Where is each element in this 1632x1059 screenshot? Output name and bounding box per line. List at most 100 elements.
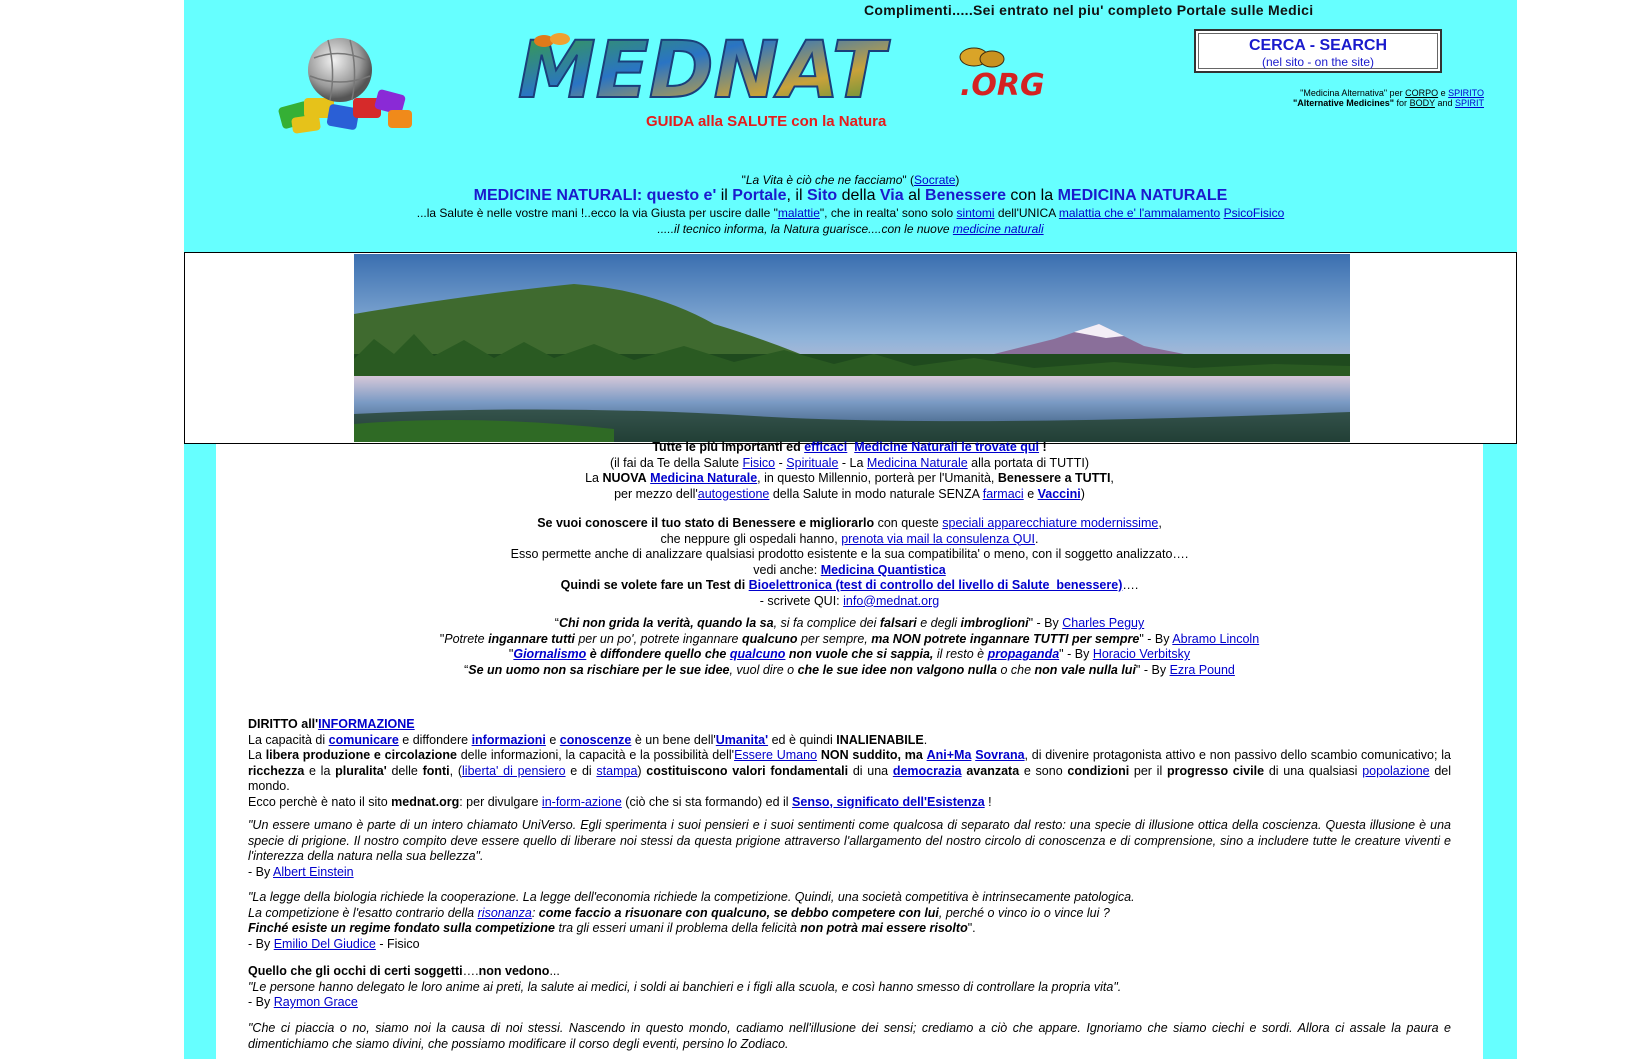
quote-text: "Che ci piaccia o no, siamo noi la causa…: [248, 1021, 1451, 1051]
text: avanzata: [966, 763, 1020, 778]
link-democrazia[interactable]: democrazia: [893, 764, 962, 778]
link-author-einstein[interactable]: Albert Einstein: [273, 865, 354, 879]
link-email[interactable]: info@mednat.org: [843, 594, 939, 608]
butterfly-icon: [959, 47, 1005, 68]
link-essere-umano[interactable]: Essere Umano: [734, 748, 817, 762]
link-spirit[interactable]: SPIRIT: [1455, 98, 1484, 108]
link-informazione[interactable]: INFORMAZIONE: [318, 717, 415, 731]
link-medicine-naturali-qui[interactable]: Medicine Naturali le trovate qui: [854, 440, 1039, 454]
text: - By: [1143, 662, 1167, 677]
link-sovrana[interactable]: Sovrana: [975, 748, 1024, 762]
text: di una: [852, 763, 889, 778]
link-in-form-azione[interactable]: in-form-azione: [542, 795, 622, 809]
link-propaganda[interactable]: propaganda: [988, 647, 1060, 661]
text: ricchezza: [248, 763, 305, 778]
text: Quindi se volete fare un Test di: [560, 578, 746, 592]
text: e di: [570, 763, 592, 778]
link-medicina-quantistica[interactable]: Medicina Quantistica: [821, 563, 946, 577]
text: e la: [309, 763, 331, 778]
link-sintomi[interactable]: sintomi: [957, 206, 995, 220]
text: - By: [1067, 647, 1090, 661]
link-psicofisico[interactable]: PsicoFisico: [1224, 206, 1285, 220]
link-conoscenze[interactable]: conoscenze: [560, 733, 632, 747]
title-part: Via: [879, 187, 904, 204]
text: mednat.org: [391, 794, 460, 809]
einstein-quote: "Un essere umano è parte di un intero ch…: [248, 818, 1451, 880]
socrate-quote: "La Vita è ciò che ne facciamo" (Socrate…: [741, 173, 960, 187]
link-apparecchiature[interactable]: speciali apparecchiature modernissime: [942, 516, 1158, 530]
text: Esso permette anche di analizzare qualsi…: [510, 547, 1189, 561]
link-popolazione[interactable]: popolazione: [1362, 764, 1429, 778]
link-medicina-naturale-2[interactable]: Medicina Naturale: [650, 471, 757, 485]
text: - La: [841, 455, 864, 470]
link-fisico[interactable]: Fisico: [742, 456, 775, 470]
link-comunicare[interactable]: comunicare: [329, 733, 399, 747]
text: - By: [248, 936, 271, 951]
logo-art: MEDNAT .ORG: [517, 25, 1045, 115]
landscape-banner-image: [354, 254, 1350, 442]
alt-en-and: and: [1437, 98, 1453, 108]
link-author-del-giudice[interactable]: Emilio Del Giudice: [274, 937, 376, 951]
text: ingannare tutti: [488, 631, 575, 646]
link-malattia[interactable]: malattia che e' l'ammalamento: [1059, 206, 1220, 220]
mednat-logo[interactable]: MEDNAT .ORG: [514, 25, 1054, 115]
title-part: MEDICINE NATURALI: questo e': [473, 187, 717, 204]
title-part: con la: [1010, 187, 1054, 204]
text: INALIENABILE: [836, 732, 924, 747]
link-umanita[interactable]: Umanita': [716, 733, 768, 747]
text: - By: [248, 864, 271, 879]
text: - scrivete QUI:: [759, 593, 840, 608]
link-informazioni[interactable]: informazioni: [472, 733, 546, 747]
text: progresso civile: [1166, 763, 1265, 778]
text: -: [778, 455, 783, 470]
link-farmaci[interactable]: farmaci: [983, 487, 1024, 501]
text: come faccio a risuonare con qualcuno, se…: [538, 905, 939, 920]
link-autogestione[interactable]: autogestione: [698, 487, 770, 501]
text: !: [1042, 440, 1047, 454]
link-efficaci[interactable]: efficaci: [804, 440, 847, 454]
text: , vuol dire o: [729, 662, 795, 677]
search-button[interactable]: CERCA - SEARCH (nel sito - on the site): [1194, 29, 1442, 73]
text: della Salute in modo naturale SENZA: [772, 486, 980, 501]
quote-text: "Le persone hanno delegato le loro anime…: [248, 979, 1122, 994]
link-bioelettronica[interactable]: Bioelettronica (test di controllo del li…: [749, 578, 1123, 592]
link-body[interactable]: BODY: [1410, 98, 1435, 108]
grace-quote: Quello che gli occhi di certi soggetti….…: [248, 964, 1451, 1011]
search-title: CERCA - SEARCH: [1248, 37, 1388, 54]
link-anima[interactable]: Ani+Ma: [927, 748, 972, 762]
text: falsari: [879, 616, 917, 630]
text: e: [549, 732, 557, 747]
text: Potrete: [444, 631, 485, 646]
link-giornalismo[interactable]: Giornalismo: [513, 647, 586, 661]
link-author-lincoln[interactable]: Abramo Lincoln: [1172, 632, 1259, 646]
link-prenota[interactable]: prenota via mail la consulenza QUI: [841, 532, 1035, 546]
link-stampa[interactable]: stampa: [596, 764, 637, 778]
link-qualcuno[interactable]: qualcuno: [730, 647, 786, 661]
link-spirituale[interactable]: Spirituale: [786, 456, 838, 470]
link-medicina-naturale[interactable]: Medicina Naturale: [867, 456, 968, 470]
text: .....il tecnico informa, la Natura guari…: [657, 222, 950, 236]
link-vaccini[interactable]: Vaccini: [1038, 487, 1081, 501]
link-corpo[interactable]: CORPO: [1405, 88, 1438, 98]
search-subtitle: (nel sito - on the site): [1261, 55, 1375, 69]
link-socrate[interactable]: Socrate: [914, 173, 955, 187]
welcome-banner-text: Complimenti.....Sei entrato nel piu' com…: [864, 2, 1314, 18]
title-part: MEDICINA NATURALE: [1057, 187, 1228, 204]
link-senso-esistenza[interactable]: Senso, significato dell'Esistenza: [792, 795, 985, 809]
link-author-grace[interactable]: Raymon Grace: [274, 995, 358, 1009]
link-author-peguy[interactable]: Charles Peguy: [1062, 616, 1144, 630]
text: pluralita': [335, 763, 387, 778]
link-medicine-naturali[interactable]: medicine naturali: [953, 222, 1044, 236]
text: ,: [1158, 516, 1162, 530]
text: ma NON potrete ingannare TUTTI per sempr…: [871, 631, 1140, 646]
link-liberta-pensiero[interactable]: liberta' di pensiero: [462, 764, 566, 778]
link-author-verbitsky[interactable]: Horacio Verbitsky: [1093, 647, 1190, 661]
link-author-pound[interactable]: Ezra Pound: [1170, 663, 1235, 677]
text: non vale nulla lui: [1034, 662, 1136, 677]
link-spirito[interactable]: SPIRITO: [1448, 88, 1484, 98]
logo-wordmark: MEDNAT: [518, 26, 891, 115]
text: , (: [449, 763, 463, 778]
link-risonanza[interactable]: risonanza: [478, 906, 532, 920]
text: - Fisico: [379, 936, 420, 951]
link-malattie[interactable]: malattie: [778, 206, 820, 220]
